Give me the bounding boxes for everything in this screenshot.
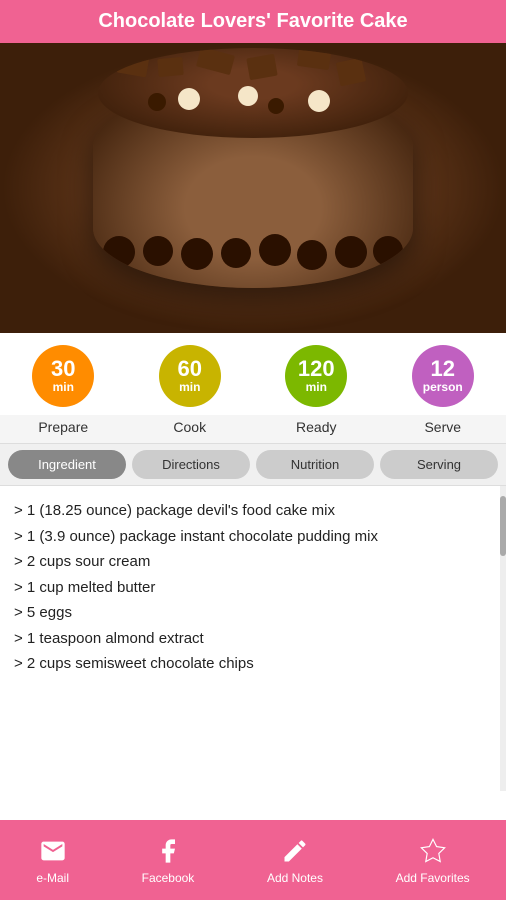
tab-ingredient[interactable]: Ingredient [8,450,126,479]
tab-serving[interactable]: Serving [380,450,498,479]
label-cook: Cook [127,419,254,435]
ingredient-item: > 1 (3.9 ounce) package instant chocolat… [14,524,492,550]
stat-cook: 60 min [159,345,221,407]
ingredient-item: > 1 teaspoon almond extract [14,626,492,652]
nav-add-notes-label: Add Notes [267,871,323,885]
scrollbar-thumb[interactable] [500,496,506,556]
ingredient-item: > 2 cups sour cream [14,549,492,575]
nav-email-label: e-Mail [36,871,69,885]
stat-serve: 12 person [412,345,474,407]
stat-prepare: 30 min [32,345,94,407]
labels-row: Prepare Cook Ready Serve [0,415,506,444]
recipe-image [0,43,506,333]
label-prepare: Prepare [0,419,127,435]
ingredient-item: > 5 eggs [14,600,492,626]
nav-add-notes[interactable]: Add Notes [267,835,323,885]
page-header: Chocolate Lovers' Favorite Cake [0,0,506,43]
ingredients-list: > 1 (18.25 ounce) package devil's food c… [14,498,492,677]
ingredient-item: > 1 (18.25 ounce) package devil's food c… [14,498,492,524]
ingredient-item: > 2 cups semisweet chocolate chips [14,651,492,677]
nav-add-favorites-label: Add Favorites [396,871,470,885]
tabs-row: Ingredient Directions Nutrition Serving [0,444,506,486]
label-serve: Serve [380,419,506,435]
notes-icon [279,835,311,867]
nav-facebook[interactable]: Facebook [142,835,195,885]
content-area[interactable]: > 1 (18.25 ounce) package devil's food c… [0,486,506,791]
facebook-icon [152,835,184,867]
stats-row: 30 min 60 min 120 min 12 person [0,333,506,415]
tab-directions[interactable]: Directions [132,450,250,479]
label-ready: Ready [253,419,380,435]
star-icon [417,835,449,867]
page-title: Chocolate Lovers' Favorite Cake [98,10,407,32]
stat-ready: 120 min [285,345,347,407]
nav-email[interactable]: e-Mail [36,835,69,885]
email-icon [37,835,69,867]
ingredient-item: > 1 cup melted butter [14,575,492,601]
bottom-nav: e-Mail Facebook Add Notes Add Favorites [0,820,506,900]
scrollbar-track[interactable] [500,486,506,791]
nav-facebook-label: Facebook [142,871,195,885]
nav-add-favorites[interactable]: Add Favorites [396,835,470,885]
tab-nutrition[interactable]: Nutrition [256,450,374,479]
